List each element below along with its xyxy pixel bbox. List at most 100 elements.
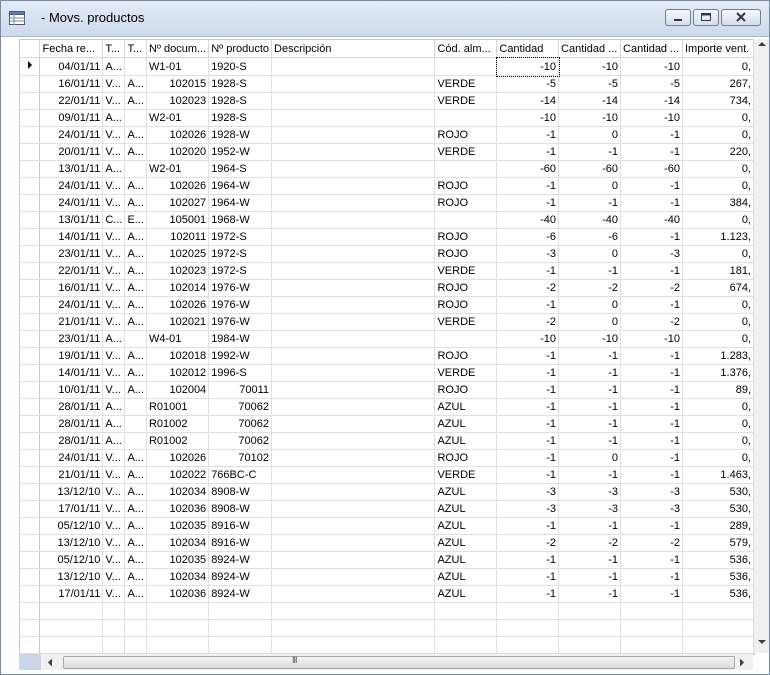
table-cell[interactable]: [271, 92, 436, 110]
table-row[interactable]: 16/01/11 V... A... 102014 1976-W ROJO -2 -2 -2 67…: [20, 279, 754, 297]
column-header[interactable]: T...: [124, 40, 147, 58]
table-cell[interactable]: [434, 619, 498, 637]
table-cell[interactable]: V...: [102, 228, 126, 246]
table-cell[interactable]: -2: [558, 534, 622, 552]
row-selector[interactable]: [20, 194, 41, 212]
table-cell[interactable]: 28/01/11: [39, 432, 104, 450]
table-cell[interactable]: 102021: [146, 313, 210, 331]
table-cell[interactable]: A...: [124, 194, 147, 212]
table-cell[interactable]: [271, 364, 436, 382]
table-cell[interactable]: 102014: [146, 279, 210, 297]
table-cell[interactable]: ROJO: [434, 194, 498, 212]
table-cell[interactable]: 1972-S: [208, 228, 273, 246]
table-cell[interactable]: [271, 279, 436, 297]
row-selector[interactable]: [20, 636, 41, 654]
table-cell[interactable]: -1: [620, 126, 683, 144]
table-cell[interactable]: -1: [620, 347, 683, 365]
table-cell[interactable]: -1: [496, 466, 560, 484]
table-cell[interactable]: [620, 619, 683, 637]
table-cell[interactable]: [124, 330, 147, 348]
table-cell[interactable]: A...: [102, 330, 126, 348]
table-cell[interactable]: -3: [558, 483, 622, 501]
table-cell[interactable]: V...: [102, 279, 126, 297]
table-cell[interactable]: -1: [496, 347, 560, 365]
table-cell[interactable]: [682, 619, 754, 637]
horizontal-scrollbar[interactable]: III: [19, 653, 753, 670]
table-cell[interactable]: -2: [496, 534, 560, 552]
table-cell[interactable]: -1: [620, 585, 683, 603]
table-cell[interactable]: 1976-W: [208, 296, 273, 314]
row-selector[interactable]: [20, 619, 41, 637]
table-cell[interactable]: 384,: [682, 194, 754, 212]
table-cell[interactable]: 0: [558, 296, 622, 314]
table-cell[interactable]: AZUL: [434, 568, 498, 586]
table-cell[interactable]: V...: [102, 517, 126, 535]
table-cell[interactable]: [124, 398, 147, 416]
table-cell[interactable]: -1: [496, 364, 560, 382]
table-cell[interactable]: 102034: [146, 568, 210, 586]
table-cell[interactable]: A...: [124, 296, 147, 314]
row-selector[interactable]: [20, 347, 41, 365]
row-selector[interactable]: [20, 245, 41, 263]
table-cell[interactable]: [271, 347, 436, 365]
table-cell[interactable]: VERDE: [434, 262, 498, 280]
table-cell[interactable]: W1-01: [146, 57, 210, 76]
table-cell[interactable]: A...: [102, 160, 126, 178]
table-cell[interactable]: 102025: [146, 245, 210, 263]
table-row[interactable]: 04/01/11 A... W1-01 1920-S -10 -10 -10 0,: [20, 56, 754, 77]
table-cell[interactable]: 89,: [682, 381, 754, 399]
table-cell[interactable]: 1968-W: [208, 211, 273, 229]
row-selector[interactable]: [20, 262, 41, 280]
table-cell[interactable]: [146, 619, 210, 637]
table-cell[interactable]: [271, 534, 436, 552]
table-cell[interactable]: 13/12/10: [39, 483, 104, 501]
table-cell[interactable]: -1: [496, 517, 560, 535]
table-cell[interactable]: -1: [558, 415, 622, 433]
table-cell[interactable]: A...: [124, 245, 147, 263]
table-cell[interactable]: -6: [558, 228, 622, 246]
table-cell[interactable]: 13/01/11: [39, 211, 104, 229]
table-cell[interactable]: [124, 109, 147, 127]
table-cell[interactable]: 24/01/11: [39, 449, 104, 467]
table-cell[interactable]: 102026: [146, 296, 210, 314]
row-selector[interactable]: [20, 109, 41, 127]
table-cell[interactable]: -10: [558, 109, 622, 127]
table-cell[interactable]: -1: [620, 449, 683, 467]
data-grid[interactable]: Fecha re... T... T... Nº docum... Nº pro…: [19, 39, 755, 655]
table-cell[interactable]: 102023: [146, 262, 210, 280]
table-cell[interactable]: 1920-S: [208, 57, 273, 76]
table-cell[interactable]: V...: [102, 534, 126, 552]
table-cell[interactable]: R01001: [146, 398, 210, 416]
table-cell[interactable]: ROJO: [434, 177, 498, 195]
table-cell[interactable]: -40: [558, 211, 622, 229]
column-header[interactable]: Cód. alm...: [434, 40, 498, 58]
table-cell[interactable]: A...: [124, 75, 147, 93]
table-cell[interactable]: [682, 636, 754, 654]
table-cell[interactable]: 0,: [682, 57, 754, 76]
table-row[interactable]: 14/01/11 V... A... 102012 1996-S VERDE -1 -1 -1 1…: [20, 364, 754, 382]
table-row[interactable]: 19/01/11 V... A... 102018 1992-W ROJO -1 -1 -1 1.…: [20, 347, 754, 365]
table-cell[interactable]: -1: [620, 194, 683, 212]
table-cell[interactable]: -1: [558, 568, 622, 586]
table-cell[interactable]: 102020: [146, 143, 210, 161]
table-cell[interactable]: 0,: [682, 313, 754, 331]
table-cell[interactable]: 05/12/10: [39, 551, 104, 569]
table-cell[interactable]: [620, 602, 683, 620]
table-cell[interactable]: 1.123,: [682, 228, 754, 246]
table-cell[interactable]: 0,: [682, 177, 754, 195]
row-selector[interactable]: [20, 75, 41, 93]
table-cell[interactable]: A...: [124, 92, 147, 110]
table-cell[interactable]: A...: [124, 585, 147, 603]
table-cell[interactable]: 0,: [682, 432, 754, 450]
table-cell[interactable]: 1952-W: [208, 143, 273, 161]
table-cell[interactable]: -10: [620, 109, 683, 127]
row-selector[interactable]: [20, 313, 41, 331]
table-cell[interactable]: V...: [102, 381, 126, 399]
table-cell[interactable]: R01002: [146, 432, 210, 450]
table-cell[interactable]: V...: [102, 245, 126, 263]
table-cell[interactable]: V...: [102, 364, 126, 382]
table-cell[interactable]: AZUL: [434, 415, 498, 433]
table-cell[interactable]: 267,: [682, 75, 754, 93]
table-cell[interactable]: 16/01/11: [39, 279, 104, 297]
row-selector[interactable]: [20, 500, 41, 518]
